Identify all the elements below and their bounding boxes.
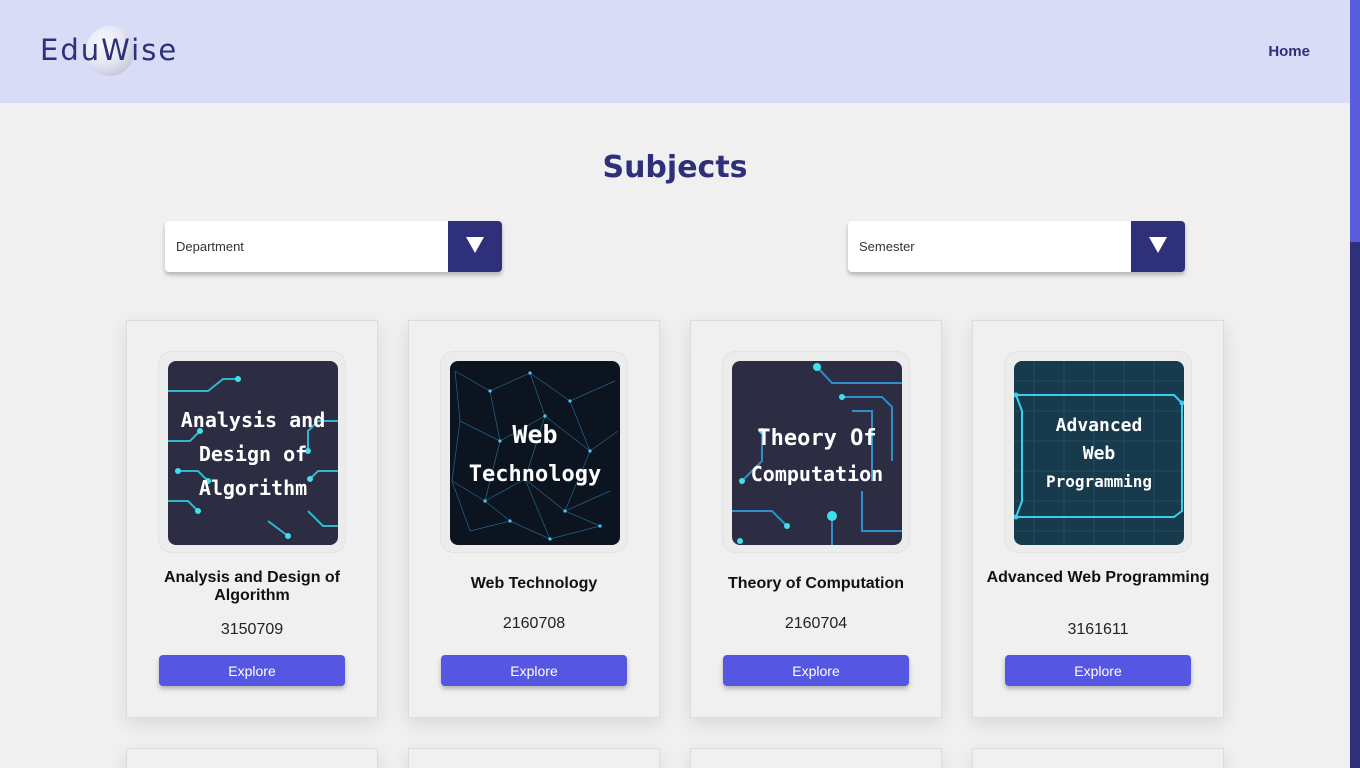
department-select[interactable]: Department (165, 221, 502, 272)
department-select-value: Department (176, 239, 244, 254)
explore-button[interactable]: Explore (1005, 655, 1191, 686)
department-dropdown-button[interactable] (448, 221, 502, 272)
cover-text: Analysis and (181, 408, 326, 432)
explore-button[interactable]: Explore (441, 655, 627, 686)
subject-title: Web Technology (470, 575, 598, 592)
chevron-down-icon (1149, 237, 1167, 253)
subject-card: Advanced Web Programming Advanced Web Pr… (972, 320, 1224, 718)
svg-text:Technology: Technology (469, 462, 601, 487)
semester-dropdown-button[interactable] (1131, 221, 1185, 272)
nav-home-link[interactable]: Home (1268, 43, 1310, 60)
subject-card: Web Technology Web Technology 2160708 Ex… (408, 320, 660, 718)
subject-cover-frame: Web Technology (440, 351, 628, 553)
subject-cover-image: Analysis and Design of Algorithm (168, 361, 338, 545)
subject-code: 3161611 (1067, 621, 1129, 638)
semester-select[interactable]: Semester (848, 221, 1185, 272)
page-title: Subjects (602, 150, 748, 185)
svg-text:Theory Of: Theory Of (757, 426, 876, 451)
subject-title: Advanced Web Programming (986, 569, 1210, 586)
explore-button[interactable]: Explore (159, 655, 345, 686)
semester-select-value: Semester (859, 239, 915, 254)
svg-text:Algorithm: Algorithm (199, 476, 307, 500)
subject-card (690, 748, 942, 768)
subject-cover-frame: Theory Of Computation (722, 351, 910, 553)
subject-card (126, 748, 378, 768)
subject-cover-frame: Analysis and Design of Algorithm (158, 351, 346, 553)
brand-logo[interactable]: EduWise (40, 33, 178, 67)
subject-card (972, 748, 1224, 768)
chevron-down-icon (466, 237, 484, 253)
subject-code: 2160704 (784, 615, 848, 632)
subject-code: 3150709 (220, 621, 284, 638)
subject-cover-image: Web Technology (450, 361, 620, 545)
subject-code: 2160708 (502, 615, 566, 632)
subject-card: Analysis and Design of Algorithm Analysi… (126, 320, 378, 718)
svg-text:Web: Web (512, 420, 557, 449)
svg-text:Advanced: Advanced (1056, 415, 1143, 436)
scrollbar[interactable] (1350, 0, 1360, 768)
subject-card (408, 748, 660, 768)
subject-title: Analysis and Design of Algorithm (163, 569, 341, 604)
subject-card: Theory Of Computation Theory of Computat… (690, 320, 942, 718)
svg-text:Computation: Computation (751, 462, 883, 486)
scrollbar-thumb[interactable] (1350, 0, 1360, 242)
subject-cover-image: Theory Of Computation (732, 361, 902, 545)
navbar: EduWise Home (0, 0, 1350, 103)
subject-title: Theory of Computation (728, 575, 904, 592)
subject-cover-frame: Advanced Web Programming (1004, 351, 1192, 553)
svg-text:Programming: Programming (1046, 472, 1152, 491)
explore-button[interactable]: Explore (723, 655, 909, 686)
subject-cover-image: Advanced Web Programming (1014, 361, 1184, 545)
svg-text:Web: Web (1083, 443, 1116, 464)
svg-text:Design of: Design of (199, 442, 307, 466)
